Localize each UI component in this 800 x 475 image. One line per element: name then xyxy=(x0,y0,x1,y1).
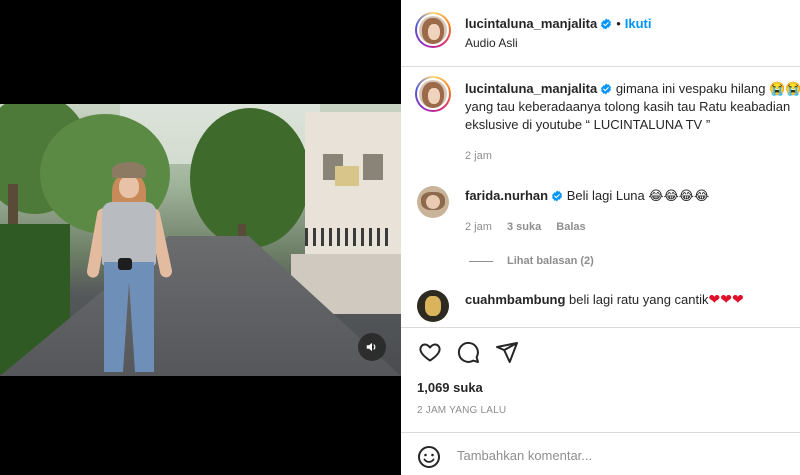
commenter-avatar[interactable] xyxy=(417,186,449,218)
verified-badge-icon xyxy=(601,18,612,30)
comment-emojis: 😂😂😂😂 xyxy=(648,189,710,204)
heart-icon[interactable] xyxy=(418,340,442,364)
mute-button[interactable] xyxy=(358,333,386,361)
video-player[interactable] xyxy=(0,104,401,376)
post-header: lucintaluna_manjalita • Ikuti xyxy=(465,15,652,33)
post-time-ago[interactable]: 2 JAM YANG LALU xyxy=(417,405,506,416)
view-replies-label: Lihat balasan (2) xyxy=(507,255,594,267)
comment-text: Beli lagi Luna xyxy=(566,188,645,203)
comment-text: beli lagi ratu yang cantik xyxy=(569,292,709,307)
video-scene-fence xyxy=(305,228,391,246)
separator-dot: • xyxy=(616,16,621,31)
reply-button[interactable]: Balas xyxy=(556,221,585,233)
caption-avatar[interactable] xyxy=(415,76,451,112)
comment-username[interactable]: cuahmbambung xyxy=(465,292,565,307)
comment-item: cuahmbambung beli lagi ratu yang cantik❤… xyxy=(465,291,744,309)
video-scene-building xyxy=(305,112,401,272)
comment-likes[interactable]: 3 suka xyxy=(507,221,541,233)
follow-button[interactable]: Ikuti xyxy=(625,16,652,31)
audio-label[interactable]: Audio Asli xyxy=(465,36,518,50)
comment-time[interactable]: 2 jam xyxy=(465,221,492,233)
comment-item: farida.nurhan Beli lagi Luna 😂😂😂😂 xyxy=(465,187,709,206)
post-sidebar: lucintaluna_manjalita • Ikuti Audio Asli l… xyxy=(401,0,800,475)
caption: lucintaluna_manjalita gimana ini vespaku… xyxy=(465,80,800,134)
commenter-avatar[interactable] xyxy=(417,290,449,322)
likes-count[interactable]: 1,069 suka xyxy=(417,380,483,395)
send-icon[interactable] xyxy=(495,340,519,364)
verified-badge-icon xyxy=(601,83,612,95)
video-scene-person xyxy=(86,162,174,376)
video-scene-sign xyxy=(335,166,359,186)
caption-username[interactable]: lucintaluna_manjalita xyxy=(465,81,597,96)
smiley-icon[interactable] xyxy=(417,445,441,469)
speaker-icon xyxy=(366,342,376,352)
video-scene-tree xyxy=(190,108,310,248)
comment-meta: 2 jam 3 suka Balas xyxy=(465,221,586,233)
view-replies-button[interactable]: Lihat balasan (2) xyxy=(469,255,594,267)
author-username[interactable]: lucintaluna_manjalita xyxy=(465,16,597,31)
comment-input[interactable] xyxy=(457,448,777,463)
caption-time[interactable]: 2 jam xyxy=(465,150,492,162)
header-divider xyxy=(401,66,800,67)
comment-icon[interactable] xyxy=(456,340,480,364)
author-avatar[interactable] xyxy=(415,12,451,48)
caption-line-3: ekslusive di youtube “ LUCINTALUNA TV ” xyxy=(465,117,711,132)
composer-divider xyxy=(401,432,800,433)
comment-username[interactable]: farida.nurhan xyxy=(465,188,548,203)
comments-divider xyxy=(401,327,800,328)
verified-badge-icon xyxy=(552,190,563,202)
caption-line-1: gimana ini vespaku hilang 😭😭 xyxy=(615,81,800,96)
post-media xyxy=(0,0,401,475)
caption-line-2: yang tau keberadaanya tolong kasih tau R… xyxy=(465,99,791,114)
comment-hearts: ❤❤❤ xyxy=(708,292,744,308)
